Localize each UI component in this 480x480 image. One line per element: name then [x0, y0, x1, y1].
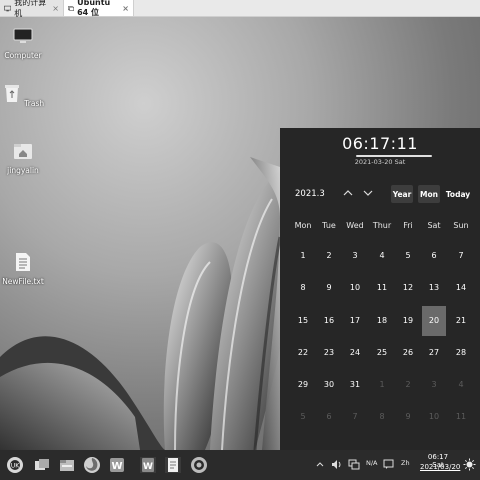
tab-ubuntu[interactable]: Ubuntu 64 位 × [64, 0, 134, 17]
calendar-day[interactable]: 31 [342, 375, 368, 395]
night-mode-icon[interactable] [463, 458, 476, 471]
calendar-day[interactable]: 9 [395, 407, 421, 427]
time-underline [356, 155, 432, 157]
calendar-date: 2021-03-20 Sat [354, 158, 406, 166]
month-button[interactable]: Mon [418, 185, 440, 203]
calendar-day[interactable]: 13 [421, 278, 447, 298]
calendar-day[interactable]: 10 [342, 278, 368, 298]
computer-tab-icon [4, 5, 12, 11]
settings-icon[interactable] [190, 456, 208, 474]
desktop-icon-label: Computer [4, 51, 42, 60]
start-menu-icon[interactable]: UK [6, 456, 24, 474]
calendar-day[interactable]: 4 [369, 246, 395, 266]
calendar-day[interactable]: 16 [316, 311, 342, 331]
home-folder-icon [14, 144, 32, 159]
weekday-header: Sat [427, 221, 441, 230]
calendar-day[interactable]: 5 [290, 407, 316, 427]
weekday-header: Tue [322, 221, 336, 230]
file-manager-icon[interactable] [58, 456, 76, 474]
vm-tab-bar: 我的计算机 × Ubuntu 64 位 × [0, 0, 480, 18]
chevron-up-icon[interactable] [315, 459, 325, 469]
chevron-up-icon[interactable] [341, 186, 355, 200]
calendar-day[interactable]: 27 [421, 343, 447, 363]
calendar-day[interactable]: 2 [395, 375, 421, 395]
network-icon[interactable] [348, 459, 360, 470]
svg-text:W: W [111, 461, 122, 472]
calendar-day[interactable]: 3 [421, 375, 447, 395]
input-method[interactable]: Zh [401, 459, 410, 467]
calendar-day[interactable]: 22 [290, 343, 316, 363]
calendar-day-selected[interactable]: 20 [422, 306, 446, 336]
calendar-day[interactable]: 15 [290, 311, 316, 331]
multitask-view-icon[interactable] [33, 456, 51, 474]
year-button[interactable]: Year [391, 185, 413, 203]
calendar-day[interactable]: 1 [369, 375, 395, 395]
network-status[interactable]: N/A [366, 459, 378, 467]
tab-label: Ubuntu 64 位 [77, 0, 111, 17]
desktop-icon-newfile[interactable]: NewFile.txt [0, 252, 48, 286]
close-icon[interactable]: × [52, 4, 59, 13]
calendar-day[interactable]: 6 [316, 407, 342, 427]
desktop-icon-label: jingyalin [7, 166, 39, 175]
monitor-icon [13, 28, 33, 43]
close-icon[interactable]: × [122, 4, 129, 13]
calendar-day[interactable]: 26 [395, 343, 421, 363]
calendar-day[interactable]: 19 [395, 311, 421, 331]
calendar-day[interactable]: 11 [369, 278, 395, 298]
calendar-day[interactable]: 9 [316, 278, 342, 298]
firefox-icon[interactable] [83, 456, 101, 474]
taskbar-clock-date[interactable]: 2021/03/20 [420, 463, 460, 471]
calendar-day[interactable]: 5 [395, 246, 421, 266]
calendar-day[interactable]: 8 [369, 407, 395, 427]
calendar-month: 2021.3 [295, 189, 325, 199]
trash-icon [4, 85, 19, 102]
volume-icon[interactable] [331, 459, 343, 470]
desktop-icon-home[interactable]: jingyalin [0, 141, 48, 175]
calendar-day[interactable]: 21 [448, 311, 474, 331]
weekday-header: Mon [294, 221, 312, 230]
svg-text:W: W [143, 462, 153, 472]
calendar-day[interactable]: 28 [448, 343, 474, 363]
calendar-day[interactable]: 18 [369, 311, 395, 331]
chevron-down-icon[interactable] [361, 186, 375, 200]
calendar-day[interactable]: 10 [421, 407, 447, 427]
calendar-day[interactable]: 17 [342, 311, 368, 331]
desktop-icon-label: Trash [24, 99, 45, 108]
today-button[interactable]: Today [443, 185, 473, 203]
desktop-icon-label: NewFile.txt [2, 277, 44, 286]
calendar-day[interactable]: 25 [369, 343, 395, 363]
calendar-day[interactable]: 8 [290, 278, 316, 298]
weekday-header: Sun [453, 221, 469, 230]
svg-text:UK: UK [11, 463, 20, 470]
calendar-day[interactable]: 30 [316, 375, 342, 395]
calendar-day[interactable]: 23 [316, 343, 342, 363]
weekday-header: Thur [372, 221, 392, 230]
tab-my-computer[interactable]: 我的计算机 × [0, 0, 64, 18]
calendar-day[interactable]: 7 [448, 246, 474, 266]
notification-icon[interactable] [383, 459, 394, 470]
weekday-header: Wed [346, 221, 364, 230]
calendar-day[interactable]: 14 [448, 278, 474, 298]
desktop-icon-computer[interactable]: Computer [0, 26, 48, 60]
calendar-day[interactable]: 11 [448, 407, 474, 427]
calendar-time: 06:17:11 [342, 134, 418, 153]
calendar-popup: 06:17:11 2021-03-20 Sat 2021.3 Year Mon … [280, 128, 480, 450]
calendar-day[interactable]: 6 [421, 246, 447, 266]
calendar-day[interactable]: 12 [395, 278, 421, 298]
text-editor-icon[interactable] [164, 456, 182, 474]
wps-doc-icon[interactable]: W [139, 456, 157, 474]
taskbar: UK W W N/A Zh [0, 450, 480, 480]
calendar-day[interactable]: 24 [342, 343, 368, 363]
text-file-icon [16, 253, 30, 271]
calendar-day[interactable]: 29 [290, 375, 316, 395]
calendar-day[interactable]: 3 [342, 246, 368, 266]
calendar-day[interactable]: 1 [290, 246, 316, 266]
desktop-icon-trash[interactable]: Trash [0, 83, 48, 108]
calendar-day[interactable]: 4 [448, 375, 474, 395]
calendar-day[interactable]: 2 [316, 246, 342, 266]
calendar-day[interactable]: 7 [342, 407, 368, 427]
weekday-header: Fri [403, 221, 413, 230]
wps-writer-icon[interactable]: W [108, 456, 126, 474]
vm-tab-icon [68, 5, 75, 11]
